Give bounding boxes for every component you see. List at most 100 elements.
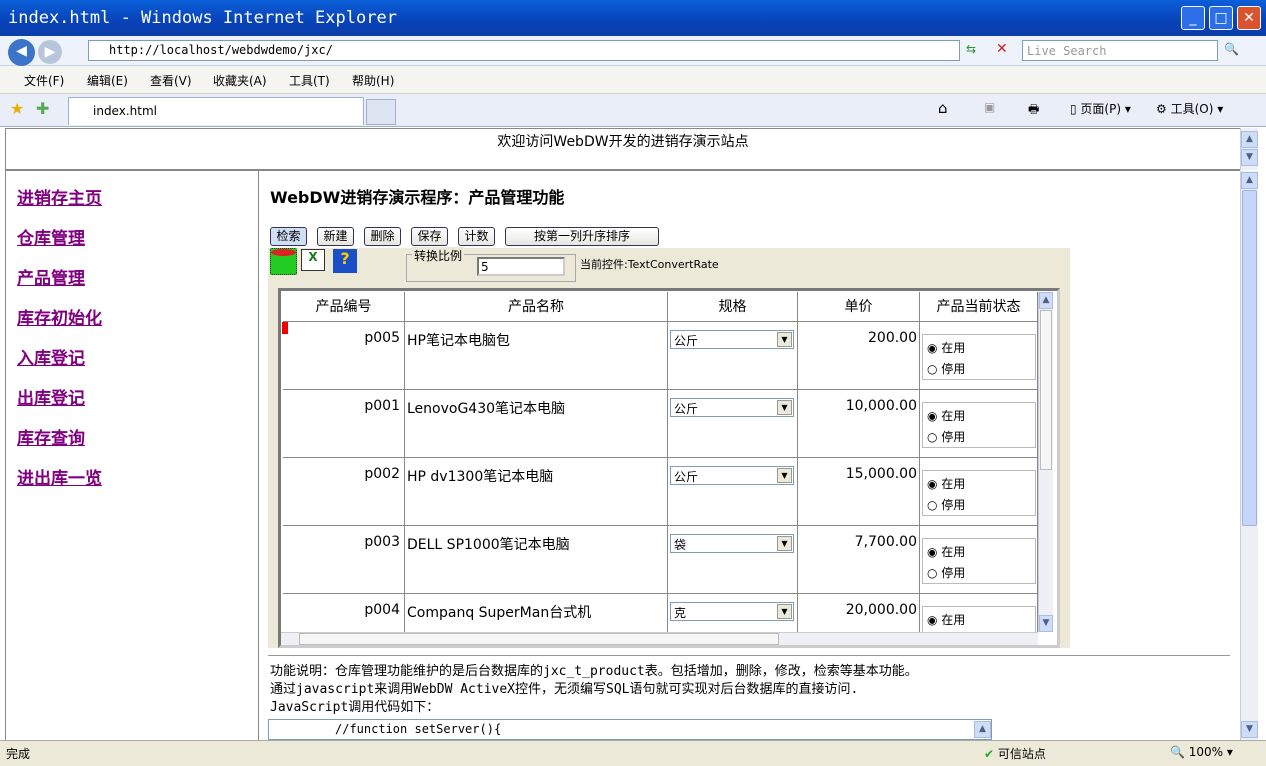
retrieve-button[interactable]: 检索 bbox=[270, 227, 307, 246]
zoom-control[interactable]: 🔍 100% ▾ bbox=[1170, 745, 1233, 759]
save-button[interactable]: 保存 bbox=[411, 227, 448, 246]
desc-line: 通过javascript来调用WebDW ActiveX控件，无须编写SQL语句… bbox=[270, 682, 859, 697]
nav-warehouse[interactable]: 仓库管理 bbox=[17, 224, 85, 249]
tab-index[interactable]: index.html bbox=[68, 97, 364, 125]
menu-edit[interactable]: 编辑(E) bbox=[87, 72, 128, 89]
nav-inout-list[interactable]: 进出库一览 bbox=[17, 464, 102, 489]
cell-name[interactable]: DELL SP1000笔记本电脑 bbox=[405, 526, 668, 594]
tools-menu[interactable]: ⚙ 工具(O) ▾ bbox=[1156, 100, 1223, 117]
radio-inactive[interactable]: ○ 停用 bbox=[927, 496, 1031, 513]
add-favorite-icon[interactable]: ✚ bbox=[36, 99, 49, 118]
product-grid: 产品编号 产品名称 规格 单价 产品当前状态 p005 HP笔记本电脑包 公斤 ▼ 200.00 ◉… bbox=[278, 288, 1060, 648]
cell-id[interactable]: p005 bbox=[283, 322, 405, 390]
tab-label: index.html bbox=[93, 104, 157, 118]
menu-help[interactable]: 帮助(H) bbox=[352, 72, 394, 89]
nav-home[interactable]: 进销存主页 bbox=[17, 184, 102, 209]
tools-label: 工具(O) bbox=[1170, 102, 1214, 116]
radio-active[interactable]: ◉ 在用 bbox=[927, 475, 1031, 492]
unit-select[interactable]: 公斤 ▼ bbox=[670, 398, 794, 417]
radio-label: 在用 bbox=[941, 477, 966, 491]
radio-active[interactable]: ◉ 在用 bbox=[927, 611, 1031, 628]
ratio-label: 转换比例 bbox=[412, 247, 465, 264]
check-icon: ✔ bbox=[984, 747, 995, 761]
cell-price[interactable]: 7,700.00 bbox=[798, 526, 920, 594]
grid-vscrollbar[interactable]: ▲ ▼ bbox=[1038, 292, 1053, 632]
ratio-input[interactable]: 5 bbox=[477, 257, 565, 276]
favorites-star-icon[interactable]: ★ bbox=[10, 99, 24, 118]
desc-line: JavaScript调用代码如下： bbox=[270, 700, 440, 715]
cell-price[interactable]: 15,000.00 bbox=[798, 458, 920, 526]
status-radio-group: ◉ 在用 ○ 停用 bbox=[922, 402, 1036, 448]
unit-select[interactable]: 公斤 ▼ bbox=[670, 330, 794, 349]
radio-inactive[interactable]: ○ 停用 bbox=[927, 564, 1031, 581]
database-icon[interactable] bbox=[270, 248, 297, 275]
scroll-up[interactable]: ▲ bbox=[1241, 131, 1258, 148]
current-row-indicator bbox=[282, 322, 288, 334]
nav-stock-out[interactable]: 出库登记 bbox=[17, 384, 85, 409]
forward-button[interactable]: ▶ bbox=[38, 40, 62, 64]
page-menu[interactable]: ▯ 页面(P) ▾ bbox=[1070, 100, 1131, 117]
search-icon[interactable]: 🔍 bbox=[1224, 42, 1239, 56]
unit-select[interactable]: 袋 ▼ bbox=[670, 534, 794, 553]
radio-inactive[interactable]: ○ 停用 bbox=[927, 428, 1031, 445]
delete-button[interactable]: 删除 bbox=[364, 227, 401, 246]
minimize-button[interactable]: _ bbox=[1181, 6, 1205, 30]
main-scroll-down[interactable]: ▼ bbox=[1241, 721, 1258, 738]
nav-stock-init[interactable]: 库存初始化 bbox=[17, 304, 102, 329]
page-label: 页面(P) bbox=[1080, 102, 1122, 116]
cell-name[interactable]: HP笔记本电脑包 bbox=[405, 322, 668, 390]
maximize-button[interactable]: □ bbox=[1209, 6, 1233, 30]
help-icon[interactable]: ? bbox=[333, 249, 357, 273]
cell-name[interactable]: LenovoG430笔记本电脑 bbox=[405, 390, 668, 458]
stop-icon[interactable]: ✕ bbox=[996, 41, 1008, 57]
radio-label: 在用 bbox=[941, 545, 966, 559]
main-scroll-thumb[interactable] bbox=[1242, 190, 1257, 526]
cell-id[interactable]: p002 bbox=[283, 458, 405, 526]
radio-inactive[interactable]: ○ 停用 bbox=[927, 360, 1031, 377]
cell-id[interactable]: p001 bbox=[283, 390, 405, 458]
feeds-icon[interactable]: ▣ bbox=[984, 100, 995, 114]
column-header[interactable]: 规格 bbox=[668, 292, 798, 322]
radio-active[interactable]: ◉ 在用 bbox=[927, 543, 1031, 560]
code-textarea[interactable]: //function setServer(){ bbox=[268, 719, 992, 740]
cell-id[interactable]: p003 bbox=[283, 526, 405, 594]
column-header[interactable]: 产品编号 bbox=[283, 292, 405, 322]
sort-button[interactable]: 按第一列升序排序 bbox=[505, 227, 659, 246]
nav-stock-query[interactable]: 库存查询 bbox=[17, 424, 85, 449]
scroll-down[interactable]: ▼ bbox=[1241, 149, 1258, 166]
column-header[interactable]: 单价 bbox=[798, 292, 920, 322]
main-scroll-up[interactable]: ▲ bbox=[1241, 172, 1258, 189]
radio-label: 在用 bbox=[941, 613, 966, 627]
url-input[interactable]: http://localhost/webdwdemo/jxc/ bbox=[88, 40, 960, 61]
menu-favorites[interactable]: 收藏夹(A) bbox=[213, 72, 267, 89]
excel-icon[interactable]: X bbox=[301, 249, 325, 271]
unit-select[interactable]: 克 ▼ bbox=[670, 602, 794, 621]
menu-view[interactable]: 查看(V) bbox=[150, 72, 192, 89]
column-header[interactable]: 产品名称 bbox=[405, 292, 668, 322]
nav-stock-in[interactable]: 入库登记 bbox=[17, 344, 85, 369]
radio-label: 在用 bbox=[941, 409, 966, 423]
grid-hscrollbar[interactable] bbox=[281, 632, 1038, 645]
home-icon[interactable]: ⌂ bbox=[938, 99, 948, 117]
cell-name[interactable]: HP dv1300笔记本电脑 bbox=[405, 458, 668, 526]
unit-select[interactable]: 公斤 ▼ bbox=[670, 466, 794, 485]
cell-price[interactable]: 10,000.00 bbox=[798, 390, 920, 458]
menu-file[interactable]: 文件(F) bbox=[24, 72, 64, 89]
back-button[interactable]: ◀ bbox=[8, 39, 35, 66]
print-icon[interactable]: 🖶 bbox=[1028, 100, 1039, 121]
column-header[interactable]: 产品当前状态 bbox=[920, 292, 1038, 322]
refresh-icon[interactable]: ⇆ bbox=[966, 42, 976, 56]
close-button[interactable]: ✕ bbox=[1237, 6, 1261, 30]
new-button[interactable]: 新建 bbox=[317, 227, 354, 246]
nav-product[interactable]: 产品管理 bbox=[17, 264, 85, 289]
code-scroll-up[interactable]: ▲ bbox=[974, 721, 991, 738]
radio-active[interactable]: ◉ 在用 bbox=[927, 339, 1031, 356]
new-tab-button[interactable] bbox=[366, 99, 396, 125]
menu-tools[interactable]: 工具(T) bbox=[289, 72, 330, 89]
zone-label: 可信站点 bbox=[997, 747, 1046, 761]
radio-active[interactable]: ◉ 在用 bbox=[927, 407, 1031, 424]
count-button[interactable]: 计数 bbox=[458, 227, 495, 246]
cell-price[interactable]: 200.00 bbox=[798, 322, 920, 390]
window-title: index.html - Windows Internet Explorer bbox=[8, 8, 397, 28]
search-input[interactable]: Live Search bbox=[1022, 40, 1218, 61]
